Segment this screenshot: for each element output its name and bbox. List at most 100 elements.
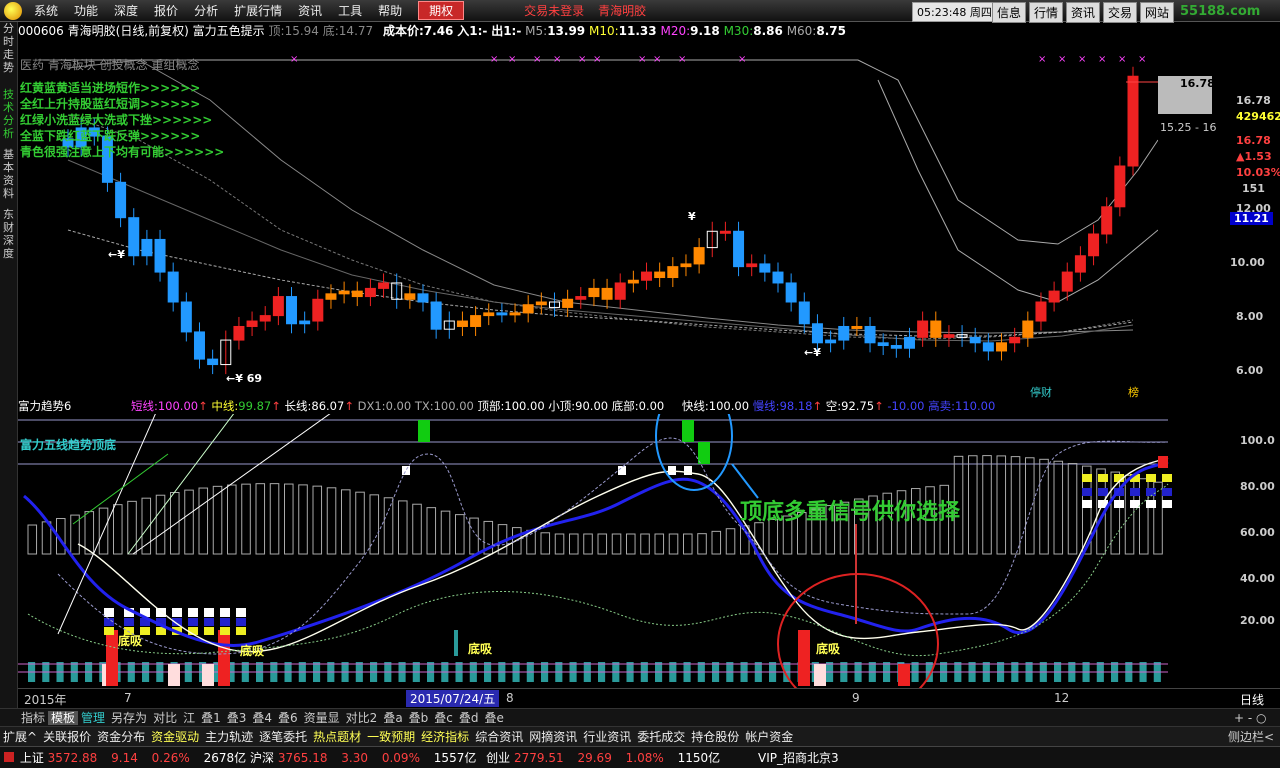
menu-system[interactable]: 系统 [26, 0, 66, 22]
price-axis-6: 6.00 [1236, 364, 1264, 377]
zoom-controls[interactable]: + - ○ [1234, 709, 1266, 727]
rstack-w-2 [1114, 500, 1124, 508]
menu-help[interactable]: 帮助 [370, 0, 410, 22]
tab-technical[interactable]: 技术分析 [0, 88, 18, 148]
x-marker-5: × [578, 54, 586, 65]
tb-jiang[interactable]: 江 [180, 711, 198, 725]
x-marker-2: × [508, 54, 516, 65]
tab-eastmoney[interactable]: 东财深度 [0, 208, 18, 264]
menu-ext-market[interactable]: 扩展行情 [226, 0, 290, 22]
tb2-order-flow[interactable]: 逐笔委托 [256, 730, 310, 744]
tb-manage[interactable]: 管理 [78, 711, 108, 725]
candle-body-43 [627, 279, 639, 284]
tb2-hot-topics[interactable]: 热点题材 [310, 730, 364, 744]
tb2-main-track[interactable]: 主力轨迹 [202, 730, 256, 744]
website-button[interactable]: 网站 [1140, 2, 1175, 23]
price-info-4: 10.03% [1236, 166, 1280, 179]
hs-pct: 0.09% [381, 751, 420, 765]
login-status-link[interactable]: 交易未登录 [524, 2, 584, 19]
menu-options[interactable]: 期权 [418, 1, 465, 20]
candle-body-56 [798, 301, 810, 325]
stack-w-7 [220, 608, 230, 617]
candle-body-36 [535, 301, 547, 306]
tb2-fund-dist[interactable]: 资金分布 [94, 730, 148, 744]
tb-overlay4[interactable]: 叠4 [249, 711, 275, 725]
x-marker-9: × [678, 54, 686, 65]
tb2-holdings[interactable]: 持仓股份 [688, 730, 742, 744]
ma10-value: 11.33 [618, 24, 657, 38]
white-tick-0 [402, 466, 410, 475]
tb2-related[interactable]: 关联报价 [40, 730, 94, 744]
ind-slow-label: 慢线: [752, 399, 780, 413]
tb-saveas[interactable]: 另存为 [108, 711, 150, 725]
tab-fundamentals[interactable]: 基本资料 [0, 148, 18, 208]
menu-news[interactable]: 资讯 [290, 0, 330, 22]
tb2-fund-drive[interactable]: 资金驱动 [148, 730, 202, 744]
sidebar-toggle[interactable]: 侧边栏< [1228, 727, 1274, 747]
news-button[interactable]: 资讯 [1066, 2, 1101, 23]
tab-fundamentals-label: 基本资料 [3, 148, 14, 200]
sh-value: 3572.88 [47, 751, 98, 765]
tb-overlay-a[interactable]: 叠a [380, 711, 405, 725]
tb-overlay-d[interactable]: 叠d [456, 711, 482, 725]
indicator-name: 富力五色提示 [192, 24, 265, 38]
menu-quote[interactable]: 报价 [146, 0, 186, 22]
menu-tools[interactable]: 工具 [330, 0, 370, 22]
ind-tx-label: TX: [414, 399, 434, 413]
ind-slow-value: 98.18 [779, 399, 813, 413]
tb2-news[interactable]: 综合资讯 [472, 730, 526, 744]
price-axis-10: 10.00 [1230, 256, 1265, 269]
stack-b-6 [204, 618, 214, 626]
tb-compare2[interactable]: 对比2 [343, 711, 381, 725]
tb2-econ[interactable]: 经济指标 [418, 730, 472, 744]
info-button[interactable]: 信息 [992, 2, 1027, 23]
ind-dx-label: DX1: [357, 399, 386, 413]
vip-account[interactable]: VIP_招商北京3 [758, 751, 839, 765]
tb-template[interactable]: 模板 [48, 711, 79, 725]
candle-body-66 [930, 320, 942, 338]
white-tick-3 [684, 466, 692, 475]
dixi-label-4: 底吸 [816, 642, 841, 656]
tb2-account[interactable]: 帐户资金 [742, 730, 796, 744]
trend-indicator-chart[interactable] [18, 414, 1190, 688]
tb2-orders[interactable]: 委托成交 [634, 730, 688, 744]
x-marker-14: × [1098, 54, 1106, 65]
candle-body-78 [1088, 233, 1100, 257]
x-marker-15: × [1118, 54, 1126, 65]
stack-b-5 [188, 618, 198, 626]
ind-fast-label: 快线: [681, 399, 709, 413]
clock-time: 05:23:48 [917, 6, 967, 19]
trade-button[interactable]: 交易 [1103, 2, 1138, 23]
x-period[interactable]: 日线 [1240, 691, 1264, 708]
date-axis: 2015年 7 2015/07/24/五 8 9 12 日线 [18, 688, 1280, 708]
candle-body-7 [154, 238, 166, 273]
tb2-expand[interactable]: 扩展^ [0, 730, 40, 744]
tb-indicator[interactable]: 指标 [18, 711, 48, 725]
tb-overlay1[interactable]: 叠1 [198, 711, 224, 725]
tb-overlay-e[interactable]: 叠e [482, 711, 507, 725]
tb-overlay-b[interactable]: 叠b [406, 711, 432, 725]
tb-volume[interactable]: 资量显 [301, 711, 343, 725]
tb-overlay6[interactable]: 叠6 [275, 711, 301, 725]
ind-empty-value: 92.75 [841, 399, 875, 413]
tab-intraday[interactable]: 分时走势 [0, 22, 18, 88]
market-button[interactable]: 行情 [1029, 2, 1064, 23]
market-up-icon [4, 752, 14, 762]
menu-analysis[interactable]: 分析 [186, 0, 226, 22]
candle-body-65 [917, 320, 929, 338]
tb-overlay-c[interactable]: 叠c [431, 711, 456, 725]
tb-compare[interactable]: 对比 [150, 711, 180, 725]
broker-name[interactable]: 青海明胶 [598, 2, 646, 19]
tb2-industry[interactable]: 行业资讯 [580, 730, 634, 744]
menu-function[interactable]: 功能 [66, 0, 106, 22]
chart-period: (日线,前复权) [115, 24, 189, 38]
tb2-consensus[interactable]: 一致预期 [364, 730, 418, 744]
menu-depth[interactable]: 深度 [106, 0, 146, 22]
tab-technical-label: 技术分析 [3, 88, 14, 140]
tb2-web-news[interactable]: 网摘资讯 [526, 730, 580, 744]
candle-body-24 [378, 282, 390, 289]
tb-overlay3[interactable]: 叠3 [224, 711, 250, 725]
rstack-w-4 [1146, 500, 1156, 508]
x-marker-7: × [638, 54, 646, 65]
x-marker-13: × [1078, 54, 1086, 65]
